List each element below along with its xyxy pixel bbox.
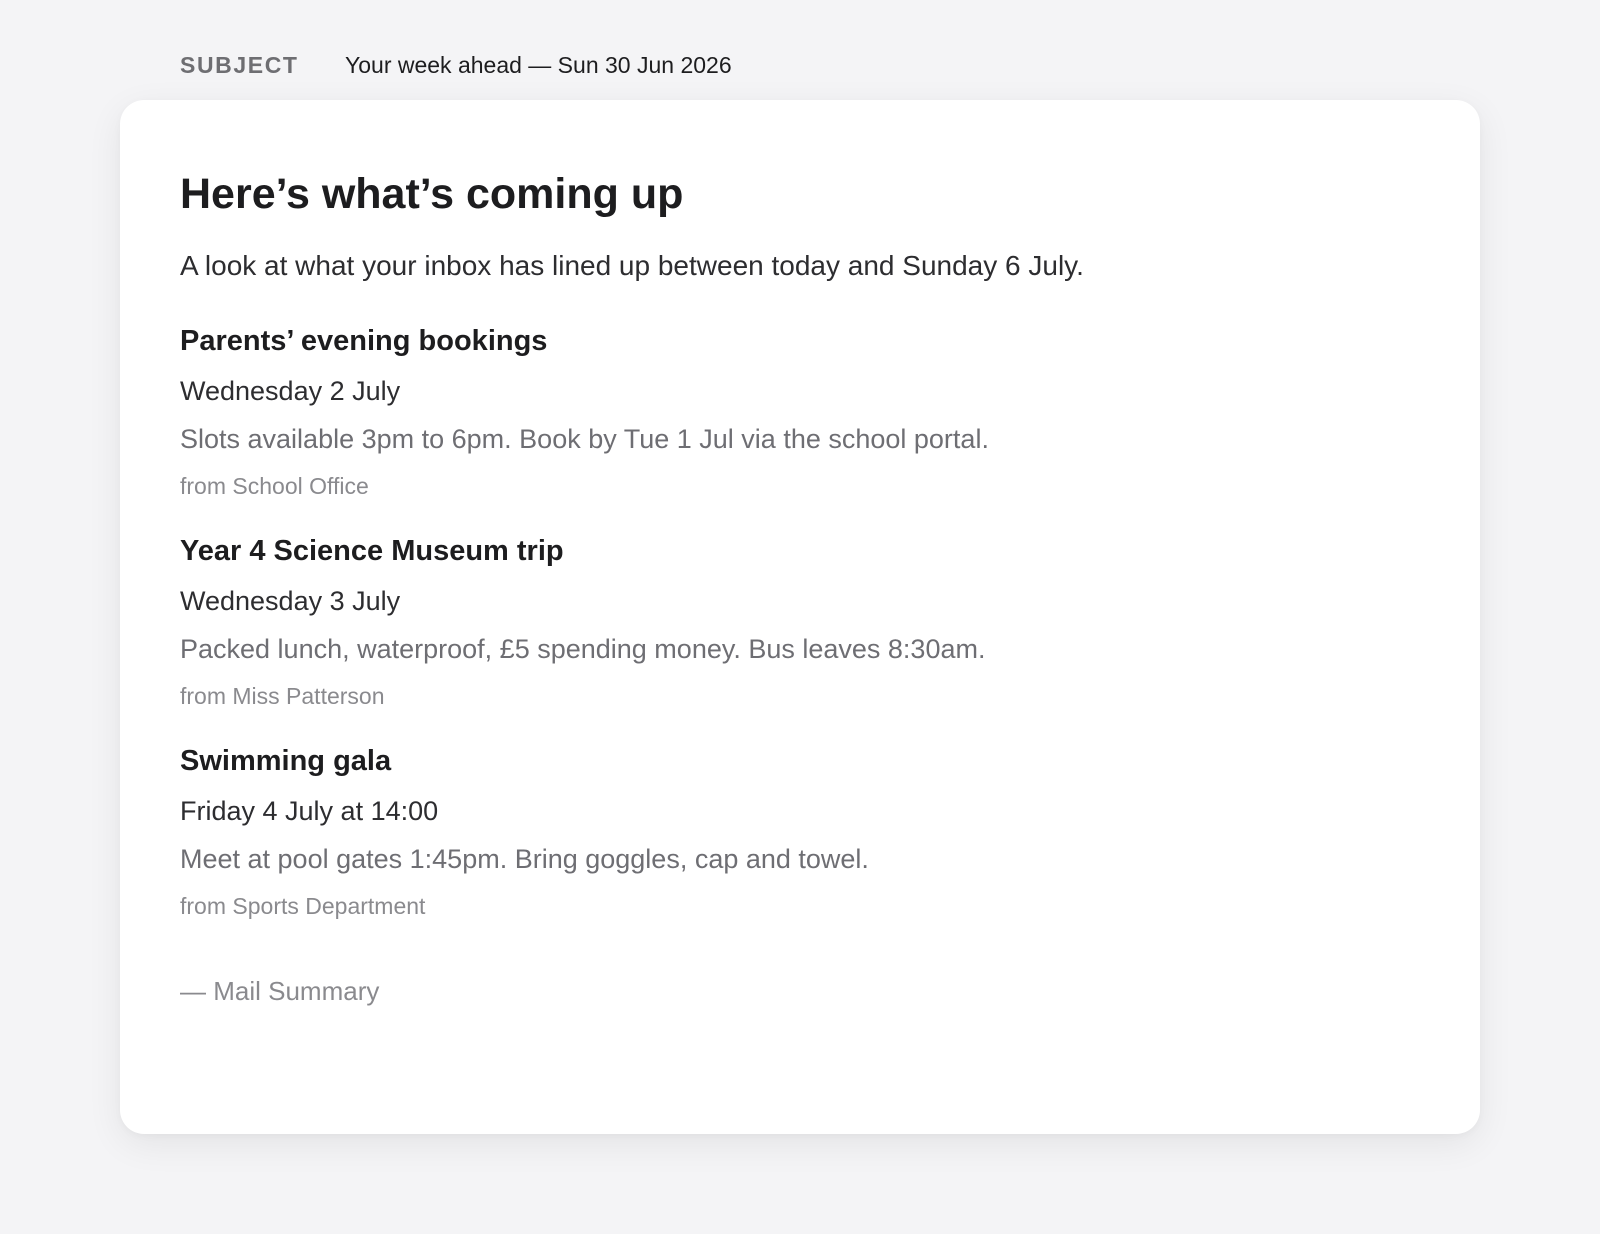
event-date: Wednesday 2 July [180, 376, 401, 406]
event-date: Wednesday 3 July [180, 586, 401, 616]
email-intro: A look at what your inbox has lined up b… [180, 250, 1084, 281]
event-title: Year 4 Science Museum trip [180, 535, 564, 567]
subject-row: SUBJECT Your week ahead — Sun 30 Jun 202… [180, 52, 732, 79]
email-body-card: Here’s what’s coming up A look at what y… [120, 100, 1480, 1134]
email-signoff: — Mail Summary [180, 976, 380, 1006]
event-sender: from Miss Patterson [180, 683, 385, 709]
event-item: Year 4 Science Museum trip Wednesday 3 J… [180, 531, 1420, 713]
event-item: Swimming gala Friday 4 July at 14:00 Mee… [180, 741, 1420, 923]
event-title: Parents’ evening bookings [180, 325, 548, 357]
email-content: Here’s what’s coming up A look at what y… [180, 162, 1420, 1009]
event-description: Slots available 3pm to 6pm. Book by Tue … [180, 424, 989, 454]
event-sender: from School Office [180, 473, 369, 499]
email-heading: Here’s what’s coming up [180, 170, 684, 218]
event-title: Swimming gala [180, 745, 392, 777]
subject-text: Your week ahead — Sun 30 Jun 2026 [345, 52, 732, 78]
event-date: Friday 4 July at 14:00 [180, 796, 439, 826]
event-description: Packed lunch, waterproof, £5 spending mo… [180, 634, 986, 664]
event-description: Meet at pool gates 1:45pm. Bring goggles… [180, 844, 869, 874]
event-sender: from Sports Department [180, 893, 426, 919]
subject-label: SUBJECT [180, 52, 299, 78]
event-item: Parents’ evening bookings Wednesday 2 Ju… [180, 321, 1420, 503]
event-list: Parents’ evening bookings Wednesday 2 Ju… [180, 321, 1420, 923]
